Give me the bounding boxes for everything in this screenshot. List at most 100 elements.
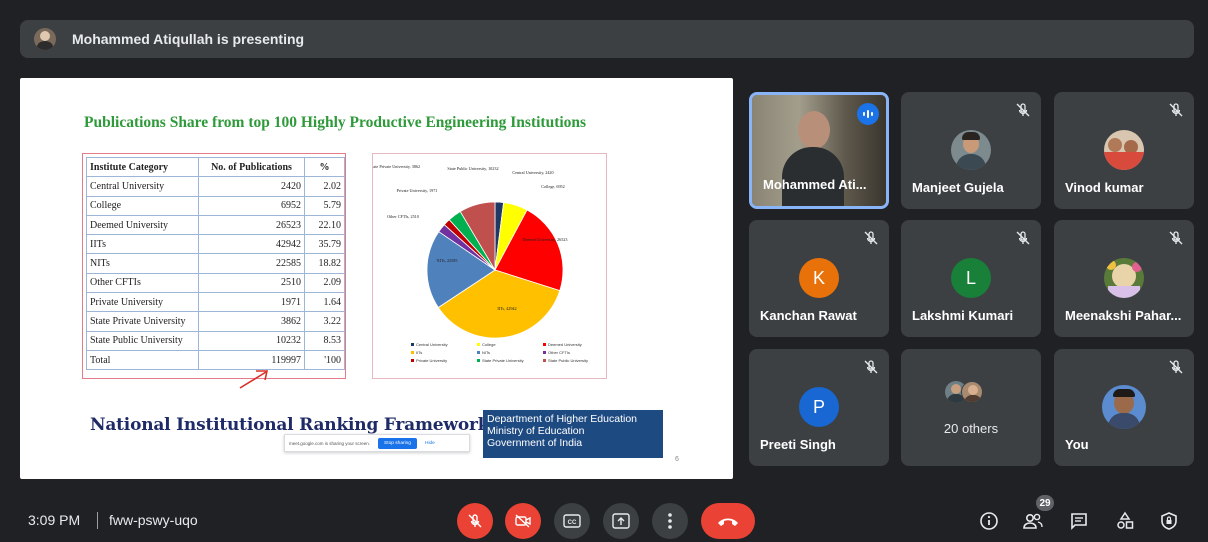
chat-button[interactable] [1068,510,1090,532]
table-header: Institute Category [86,156,199,178]
avatar: L [951,258,991,298]
participant-tile-others[interactable]: 20 others [901,349,1041,466]
pie-data-label: State Private University, 3862 [373,164,420,170]
table-cell: 1.64 [304,292,345,313]
end-call-icon [718,518,738,526]
table-header-row: Institute Category No. of Publications % [86,156,345,178]
table-row: IITs 42942 35.79 [86,234,345,255]
legend-label: State Public University [548,358,588,363]
meeting-details-button[interactable] [978,510,1000,532]
present-now-button[interactable] [603,503,639,539]
table-cell: 26523 [198,214,305,236]
participant-name: Manjeet Gujela [912,180,1004,195]
table-row: College 6952 5.79 [86,195,345,216]
present-icon [612,513,630,529]
table-header: No. of Publications [198,156,305,178]
table-cell: 8.53 [304,330,345,351]
pie-chart-frame: Central University, 2420 College, 6952 Dee… [372,153,607,379]
avatar [951,130,991,170]
mic-off-icon [1169,360,1183,374]
speaking-indicator-icon [857,103,879,125]
participant-tile[interactable]: P Preeti Singh [749,349,889,466]
participant-tile[interactable]: Manjeet Gujela [901,92,1041,209]
table-header: % [304,156,345,178]
table-cell: 6952 [198,195,305,216]
leave-call-button[interactable] [701,503,755,539]
pie-chart: Central University, 2420 College, 6952 Dee… [373,164,588,363]
slide-page-number: 6 [675,456,679,463]
participant-name: Vinod kumar [1065,180,1144,195]
nirf-heading: National Institutional Ranking Framework [90,415,490,435]
mic-off-icon [864,360,878,374]
table-cell: Private University [86,292,199,313]
legend-swatch [411,343,414,346]
pie-data-label: College, 6952 [541,184,565,190]
table-row: State Public University 10232 8.53 [86,330,345,351]
legend-label: Other CFTIs [548,350,570,355]
host-controls-icon [1161,512,1177,530]
mic-off-icon [1016,231,1030,245]
chat-icon [1071,513,1087,530]
people-icon [1023,513,1043,529]
participant-tile[interactable]: Vinod kumar [1054,92,1194,209]
meet-window: Mohammed Atiqullah is presenting Publica… [0,0,1208,542]
legend-swatch [543,351,546,354]
dept-line: Ministry of Education [487,425,585,437]
participant-name: You [1065,437,1089,452]
pie-data-label: Central University, 2420 [512,170,553,176]
legend-label: Private University [416,358,447,363]
presenting-text: Mohammed Atiqullah is presenting [72,31,305,47]
captions-icon: CC [563,514,581,528]
info-icon [980,512,998,530]
pie-data-label: State Public University, 10232 [447,166,498,172]
participant-tile[interactable]: Meenakshi Pahar... [1054,220,1194,337]
avatar [1102,385,1146,429]
host-controls-button[interactable] [1158,510,1180,532]
table-cell: 2510 [198,272,305,294]
avatar: P [799,387,839,427]
legend-swatch [477,359,480,362]
table-row: Central University 2420 2.02 [86,176,345,197]
more-options-button[interactable] [652,503,688,539]
table-cell: 3.22 [304,311,345,332]
table-cell: 2.09 [304,272,345,294]
table-cell: 2420 [198,176,305,197]
department-box: Department of Higher Education Ministry … [483,410,663,458]
hide-button[interactable]: Hide [425,441,435,446]
legend-swatch [411,359,414,362]
publications-table-frame: Institute Category No. of Publications %… [82,153,346,379]
publications-table: Institute Category No. of Publications %… [86,156,345,371]
avatar [1104,130,1144,170]
participant-tile[interactable]: L Lakshmi Kumari [901,220,1041,337]
stop-sharing-button[interactable]: Stop sharing [378,437,417,449]
mic-toggle-button[interactable] [457,503,493,539]
speaker-head [798,111,830,149]
camera-toggle-button[interactable] [505,503,541,539]
table-cell: 5.79 [304,195,345,216]
participant-tile-speaker[interactable]: Mohammed Ati... [749,92,889,209]
table-cell: 18.82 [304,253,345,274]
people-button[interactable] [1022,510,1044,532]
table-row: State Private University 3862 3.22 [86,311,345,332]
table-cell: Other CFTIs [86,272,199,294]
mic-off-icon [468,514,482,528]
table-row: Total 119997'100 [86,349,345,371]
participant-tile[interactable]: K Kanchan Rawat [749,220,889,337]
shared-screen[interactable]: Publications Share from top 100 Highly P… [20,78,733,479]
avatar [1104,258,1144,298]
table-cell: 35.79 [304,234,345,255]
presenting-bar: Mohammed Atiqullah is presenting [20,20,1194,58]
participant-tile-self[interactable]: You [1054,349,1194,466]
legend-swatch [477,343,480,346]
captions-button[interactable]: CC [554,503,590,539]
mic-off-icon [864,231,878,245]
divider [97,512,98,529]
avatar [961,381,983,403]
legend-swatch [477,351,480,354]
participant-name: Lakshmi Kumari [912,308,1014,323]
table-cell: 42942 [198,234,305,255]
participant-name: Mohammed Ati... [763,177,867,192]
dept-line: Department of Higher Education [487,413,637,425]
activities-button[interactable] [1114,510,1136,532]
others-count: 20 others [943,421,999,436]
